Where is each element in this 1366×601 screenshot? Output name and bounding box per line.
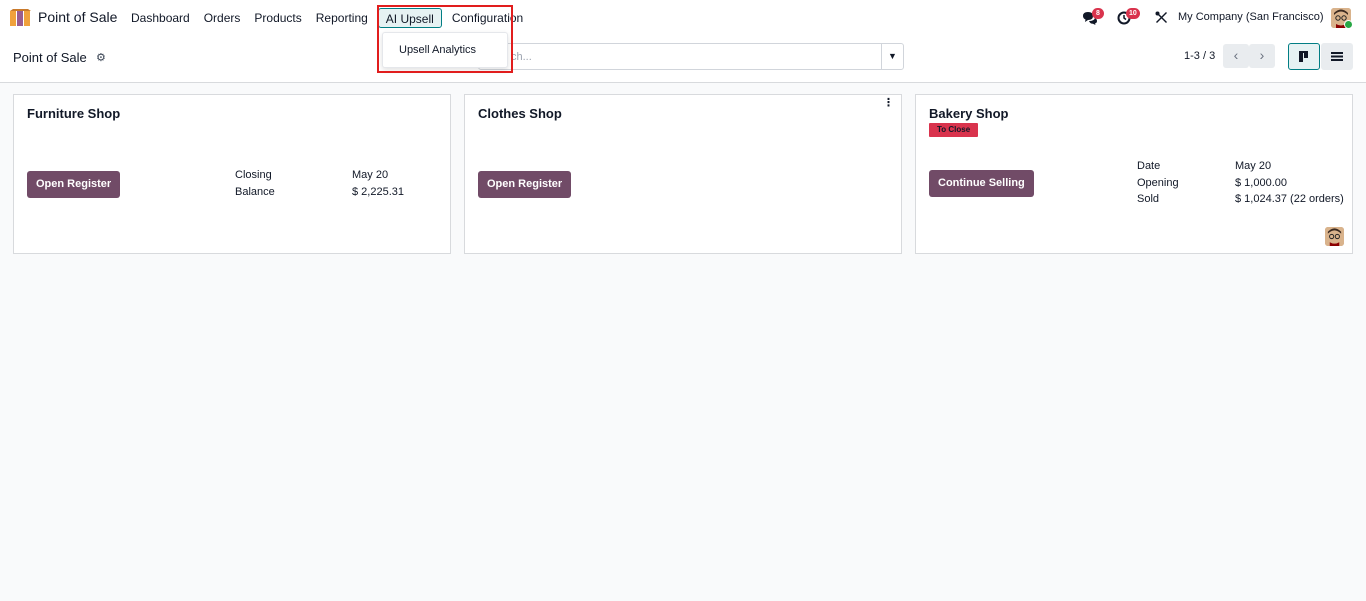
menu-reporting[interactable]: Reporting — [309, 8, 375, 28]
online-status-dot — [1344, 20, 1353, 29]
user-avatar-icon — [1325, 227, 1344, 246]
info-value: May 20 — [352, 169, 389, 181]
card-title[interactable]: Furniture Shop — [27, 106, 120, 121]
list-icon — [1331, 52, 1343, 61]
info-label: Opening — [1137, 177, 1179, 189]
pos-card-clothes-shop: Clothes Shop ⋮ Open Register — [464, 94, 902, 254]
ai-upsell-dropdown: Upsell Analytics — [382, 32, 508, 68]
pager-previous-icon[interactable]: ‹ — [1223, 44, 1249, 68]
info-value: $ 2,225.31 — [352, 186, 404, 198]
menu-orders[interactable]: Orders — [197, 8, 248, 28]
main-menu: Dashboard Orders Products Reporting AI U… — [124, 0, 530, 36]
kanban-icon — [1299, 51, 1308, 62]
info-value: $ 1,024.37 (22 orders) — [1235, 193, 1344, 205]
info-value: May 20 — [1235, 160, 1272, 172]
gear-icon[interactable]: ⚙ — [96, 51, 106, 64]
page-title: Point of Sale — [13, 50, 87, 65]
open-register-button[interactable]: Open Register — [27, 171, 121, 198]
company-switcher[interactable]: My Company (San Francisco) — [1178, 11, 1324, 23]
menu-upsell-analytics[interactable]: Upsell Analytics — [399, 44, 476, 56]
list-view-button[interactable] — [1321, 43, 1353, 70]
top-navbar: Point of Sale Dashboard Orders Products … — [0, 0, 1366, 36]
control-panel: Point of Sale ⚙ ch... ▼ 1-3 / 3 ‹ › — [0, 36, 1366, 83]
info-label: Closing — [235, 169, 272, 181]
messages-badge: 8 — [1092, 8, 1104, 19]
search-bar[interactable]: ch... ▼ — [478, 43, 904, 70]
tools-icon[interactable] — [1155, 11, 1168, 24]
kebab-menu-icon[interactable]: ⋮ — [883, 98, 894, 109]
info-label: Balance — [235, 186, 275, 198]
menu-ai-upsell[interactable]: AI Upsell — [377, 8, 442, 28]
app-name[interactable]: Point of Sale — [38, 9, 117, 25]
search-options-caret-icon[interactable]: ▼ — [881, 44, 903, 69]
menu-products[interactable]: Products — [247, 8, 308, 28]
search-placeholder[interactable]: ch... — [511, 51, 532, 63]
pos-card-furniture-shop: Furniture Shop Open Register Closing May… — [13, 94, 451, 254]
activities-badge: 10 — [1126, 8, 1140, 19]
open-register-button[interactable]: Open Register — [478, 171, 572, 198]
card-title[interactable]: Clothes Shop — [478, 106, 562, 121]
info-value: $ 1,000.00 — [1235, 177, 1287, 189]
status-badge: To Close — [929, 123, 979, 137]
pager-value[interactable]: 1-3 / 3 — [1184, 50, 1215, 62]
pos-card-bakery-shop: Bakery Shop To Close Continue Selling Da… — [915, 94, 1353, 254]
pager-next-icon[interactable]: › — [1249, 44, 1275, 68]
kanban-view-button[interactable] — [1288, 43, 1320, 70]
continue-selling-button[interactable]: Continue Selling — [929, 170, 1034, 197]
menu-dashboard[interactable]: Dashboard — [124, 8, 197, 28]
card-user-avatar[interactable] — [1325, 227, 1344, 246]
point-of-sale-logo-icon[interactable] — [10, 9, 31, 26]
menu-configuration[interactable]: Configuration — [445, 8, 530, 28]
info-label: Sold — [1137, 193, 1160, 205]
card-title[interactable]: Bakery Shop — [929, 106, 1008, 121]
info-label: Date — [1137, 160, 1161, 172]
